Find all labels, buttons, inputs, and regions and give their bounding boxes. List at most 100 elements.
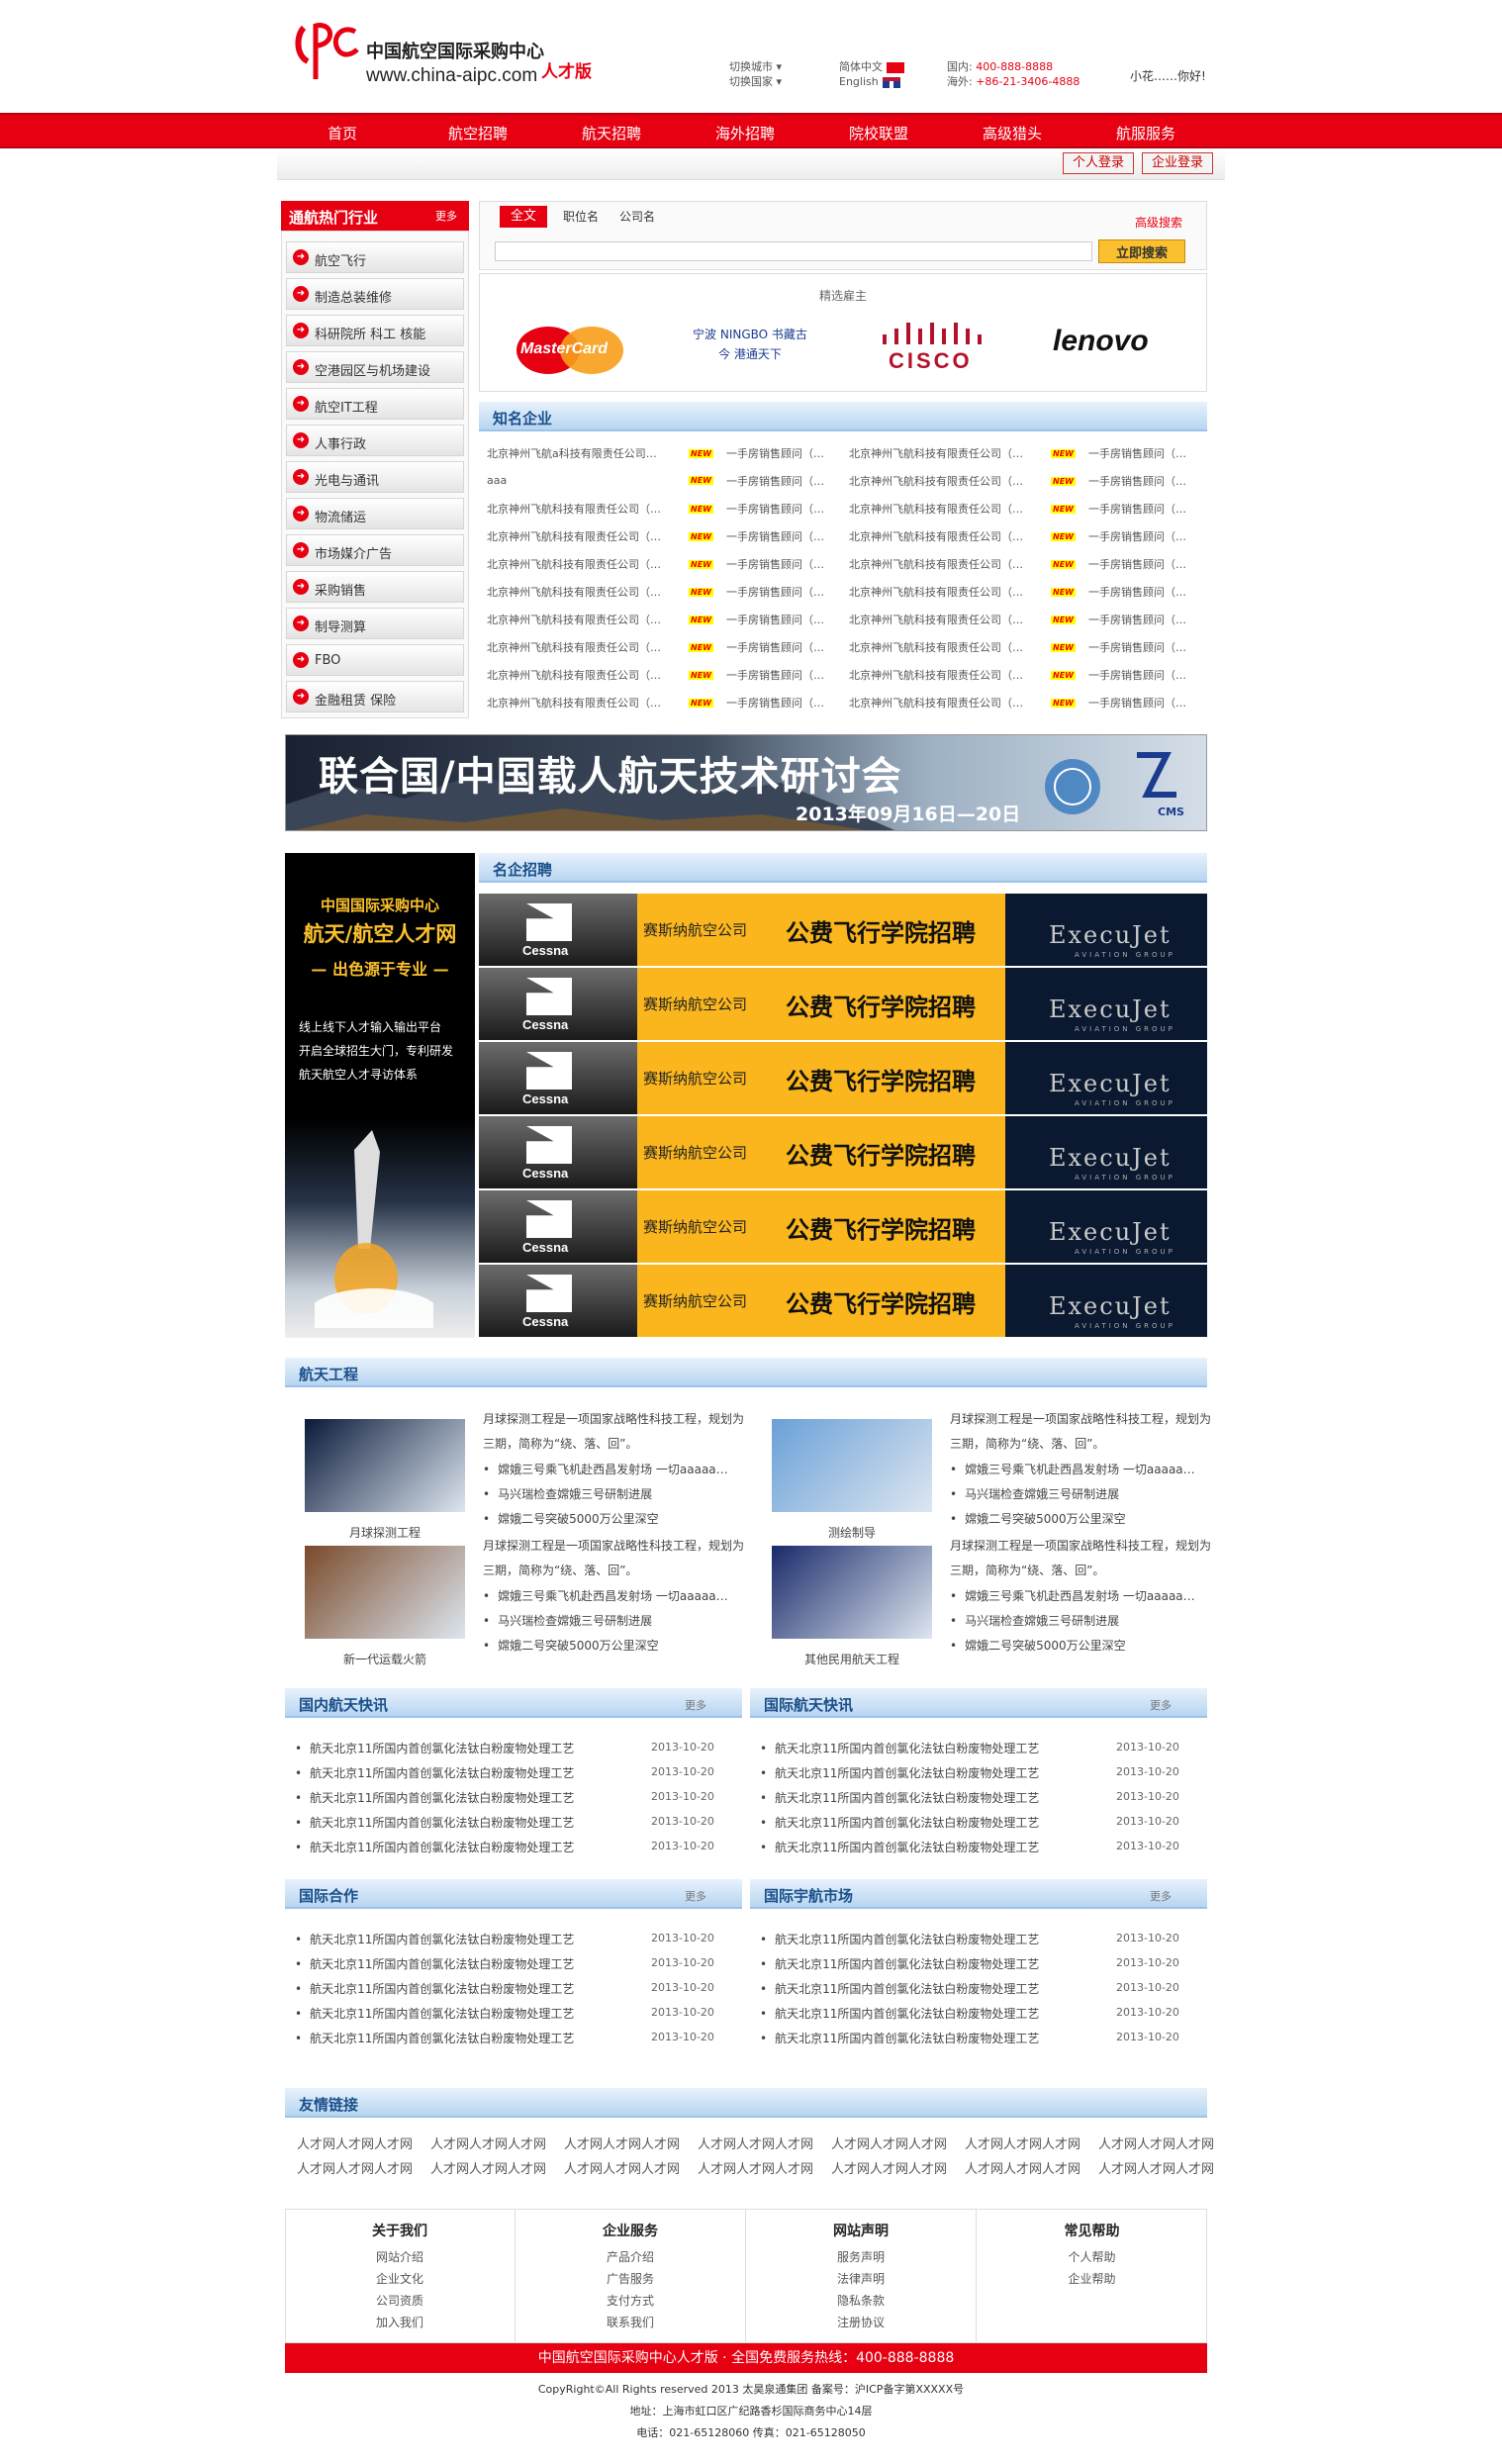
friend-link[interactable]: 人才网人才网人才网 (564, 2133, 680, 2152)
news-item[interactable]: • 航天北京11所国内首创氯化法钛白粉废物处理工艺 (760, 1980, 1039, 1997)
job-title[interactable]: 一手房销售顾问（… (726, 445, 824, 461)
company-login-button[interactable]: 企业登录 (1142, 152, 1213, 174)
job-title[interactable]: 一手房销售顾问（… (1088, 584, 1186, 600)
friend-link[interactable]: 人才网人才网人才网 (831, 2158, 947, 2177)
nav-home[interactable]: 首页 (328, 123, 357, 143)
footer-link[interactable]: 隐私条款 (746, 2290, 976, 2312)
personal-login-button[interactable]: 个人登录 (1063, 152, 1134, 174)
footer-link[interactable]: 产品介绍 (516, 2246, 745, 2268)
lang-english[interactable]: English (839, 74, 904, 89)
company-name[interactable]: 北京神州飞航科技有限责任公司（… (487, 584, 685, 600)
footer-link[interactable]: 法律声明 (746, 2268, 976, 2290)
company-name[interactable]: 北京神州飞航科技有限责任公司（… (487, 695, 685, 711)
user-greeting[interactable]: 小花……你好! (1130, 67, 1206, 84)
news-item[interactable]: • 航天北京11所国内首创氯化法钛白粉废物处理工艺 (760, 1839, 1039, 1855)
friend-link[interactable]: 人才网人才网人才网 (1098, 2158, 1214, 2177)
lang-chinese[interactable]: 简体中文 (839, 59, 904, 74)
friend-link[interactable]: 人才网人才网人才网 (965, 2158, 1080, 2177)
company-name[interactable]: 北京神州飞航科技有限责任公司（… (849, 445, 1047, 461)
employer-mastercard[interactable]: MasterCard (516, 319, 627, 378)
country-switch[interactable]: 切换国家 ▾ (729, 74, 782, 89)
nav-space-jobs[interactable]: 航天招聘 (582, 123, 641, 143)
company-row[interactable]: 北京神州飞航科技有限责任公司（… NEW 一手房销售顾问（… (849, 556, 1207, 572)
sidebar-more-link[interactable]: 更多 (435, 208, 457, 224)
news-item[interactable]: • 航天北京11所国内首创氯化法钛白粉废物处理工艺 (295, 1955, 574, 1972)
company-name[interactable]: 北京神州飞航科技有限责任公司（… (487, 639, 685, 655)
company-row[interactable]: 北京神州飞航科技有限责任公司（… NEW 一手房销售顾问（… (487, 501, 845, 517)
job-title[interactable]: 一手房销售顾问（… (726, 639, 824, 655)
company-row[interactable]: 北京神州飞航科技有限责任公司（… NEW 一手房销售顾问（… (487, 528, 845, 544)
tab-job-title[interactable]: 职位名 (563, 208, 599, 225)
engineering-bullet[interactable]: • 嫦娥二号突破5000万公里深空 (483, 1510, 659, 1527)
footer-link[interactable]: 服务声明 (746, 2246, 976, 2268)
job-title[interactable]: 一手房销售顾问（… (726, 473, 824, 489)
engineering-bullet[interactable]: • 嫦娥三号乘飞机赴西昌发射场 一切aaaaa… (950, 1587, 1195, 1604)
sidebar-item[interactable]: ➜ 人事行政 (286, 425, 464, 456)
company-name[interactable]: 北京神州飞航科技有限责任公司（… (849, 584, 1047, 600)
engineering-bullet[interactable]: • 嫦娥二号突破5000万公里深空 (483, 1637, 659, 1654)
news-item[interactable]: • 航天北京11所国内首创氯化法钛白粉废物处理工艺 (295, 2030, 574, 2046)
job-ad[interactable]: Cessna 赛斯纳航空公司 公费飞行学院招聘 ExecuJet AVIATION GR… (479, 894, 1207, 966)
news-item[interactable]: • 航天北京11所国内首创氯化法钛白粉废物处理工艺 (760, 1931, 1039, 1947)
search-button[interactable]: 立即搜索 (1098, 239, 1185, 263)
company-name[interactable]: 北京神州飞航科技有限责任公司（… (849, 528, 1047, 544)
sidebar-item[interactable]: ➜ 市场媒介广告 (286, 534, 464, 566)
sidebar-item[interactable]: ➜ 制造总装维修 (286, 278, 464, 310)
company-row[interactable]: 北京神州飞航a科技有限责任公司… NEW 一手房销售顾问（… (487, 445, 845, 461)
company-row[interactable]: 北京神州飞航科技有限责任公司（… NEW 一手房销售顾问（… (487, 695, 845, 711)
news-item[interactable]: • 航天北京11所国内首创氯化法钛白粉废物处理工艺 (760, 1740, 1039, 1756)
engineering-image[interactable] (772, 1419, 932, 1512)
sidebar-item[interactable]: ➜ 物流储运 (286, 498, 464, 529)
tab-fulltext[interactable]: 全文 (500, 206, 547, 228)
sidebar-item[interactable]: ➜ 科研院所 科工 核能 (286, 315, 464, 346)
job-title[interactable]: 一手房销售顾问（… (1088, 667, 1186, 683)
city-switch[interactable]: 切换城市 ▾ (729, 59, 782, 74)
nav-services[interactable]: 航服服务 (1116, 123, 1175, 143)
company-row[interactable]: 北京神州飞航科技有限责任公司（… NEW 一手房销售顾问（… (849, 584, 1207, 600)
employer-ningbo[interactable]: 宁波 NINGBO 书藏古今 港通天下 (691, 319, 809, 378)
footer-link[interactable]: 联系我们 (516, 2312, 745, 2333)
engineering-image[interactable] (305, 1546, 465, 1639)
news-item[interactable]: • 航天北京11所国内首创氯化法钛白粉废物处理工艺 (295, 1764, 574, 1781)
engineering-image[interactable] (305, 1419, 465, 1512)
friend-link[interactable]: 人才网人才网人才网 (430, 2158, 546, 2177)
news-item[interactable]: • 航天北京11所国内首创氯化法钛白粉废物处理工艺 (760, 1764, 1039, 1781)
news-item[interactable]: • 航天北京11所国内首创氯化法钛白粉废物处理工艺 (760, 1789, 1039, 1806)
footer-link[interactable]: 网站介绍 (285, 2246, 515, 2268)
company-row[interactable]: 北京神州飞航科技有限责任公司（… NEW 一手房销售顾问（… (487, 584, 845, 600)
engineering-caption[interactable]: 测绘制导 (772, 1524, 932, 1541)
tab-company-name[interactable]: 公司名 (619, 208, 655, 225)
engineering-bullet[interactable]: • 嫦娥三号乘飞机赴西昌发射场 一切aaaaa… (483, 1587, 728, 1604)
company-row[interactable]: 北京神州飞航科技有限责任公司（… NEW 一手房销售顾问（… (487, 612, 845, 627)
friend-link[interactable]: 人才网人才网人才网 (1098, 2133, 1214, 2152)
friend-link[interactable]: 人才网人才网人才网 (698, 2158, 813, 2177)
engineering-caption[interactable]: 月球探测工程 (305, 1524, 465, 1541)
job-ad[interactable]: Cessna 赛斯纳航空公司 公费飞行学院招聘 ExecuJet AVIATION GR… (479, 1042, 1207, 1114)
sidebar-item[interactable]: ➜ 光电与通讯 (286, 461, 464, 493)
news-more-link[interactable]: 更多 (685, 1888, 706, 1904)
news-more-link[interactable]: 更多 (1150, 1888, 1172, 1904)
sidebar-item[interactable]: ➜ FBO (286, 644, 464, 676)
company-name[interactable]: 北京神州飞航科技有限责任公司（… (487, 612, 685, 627)
footer-link[interactable]: 注册协议 (746, 2312, 976, 2333)
news-item[interactable]: • 航天北京11所国内首创氯化法钛白粉废物处理工艺 (295, 1931, 574, 1947)
company-row[interactable]: 北京神州飞航科技有限责任公司（… NEW 一手房销售顾问（… (849, 695, 1207, 711)
advanced-search-link[interactable]: 高级搜索 (1135, 214, 1182, 231)
engineering-image[interactable] (772, 1546, 932, 1639)
company-row[interactable]: aaa NEW 一手房销售顾问（… (487, 473, 845, 489)
footer-link[interactable]: 加入我们 (285, 2312, 515, 2333)
company-row[interactable]: 北京神州飞航科技有限责任公司（… NEW 一手房销售顾问（… (849, 501, 1207, 517)
company-name[interactable]: 北京神州飞航科技有限责任公司（… (849, 639, 1047, 655)
company-row[interactable]: 北京神州飞航科技有限责任公司（… NEW 一手房销售顾问（… (849, 445, 1207, 461)
company-row[interactable]: 北京神州飞航科技有限责任公司（… NEW 一手房销售顾问（… (487, 667, 845, 683)
job-title[interactable]: 一手房销售顾问（… (1088, 528, 1186, 544)
job-title[interactable]: 一手房销售顾问（… (1088, 445, 1186, 461)
news-item[interactable]: • 航天北京11所国内首创氯化法钛白粉废物处理工艺 (295, 1789, 574, 1806)
company-name[interactable]: 北京神州飞航科技有限责任公司（… (849, 612, 1047, 627)
company-name[interactable]: 北京神州飞航科技有限责任公司（… (849, 473, 1047, 489)
company-name[interactable]: 北京神州飞航科技有限责任公司（… (487, 501, 685, 517)
footer-link[interactable]: 个人帮助 (977, 2246, 1207, 2268)
company-row[interactable]: 北京神州飞航科技有限责任公司（… NEW 一手房销售顾问（… (487, 639, 845, 655)
company-row[interactable]: 北京神州飞航科技有限责任公司（… NEW 一手房销售顾问（… (849, 612, 1207, 627)
sidebar-item[interactable]: ➜ 航空飞行 (286, 241, 464, 273)
